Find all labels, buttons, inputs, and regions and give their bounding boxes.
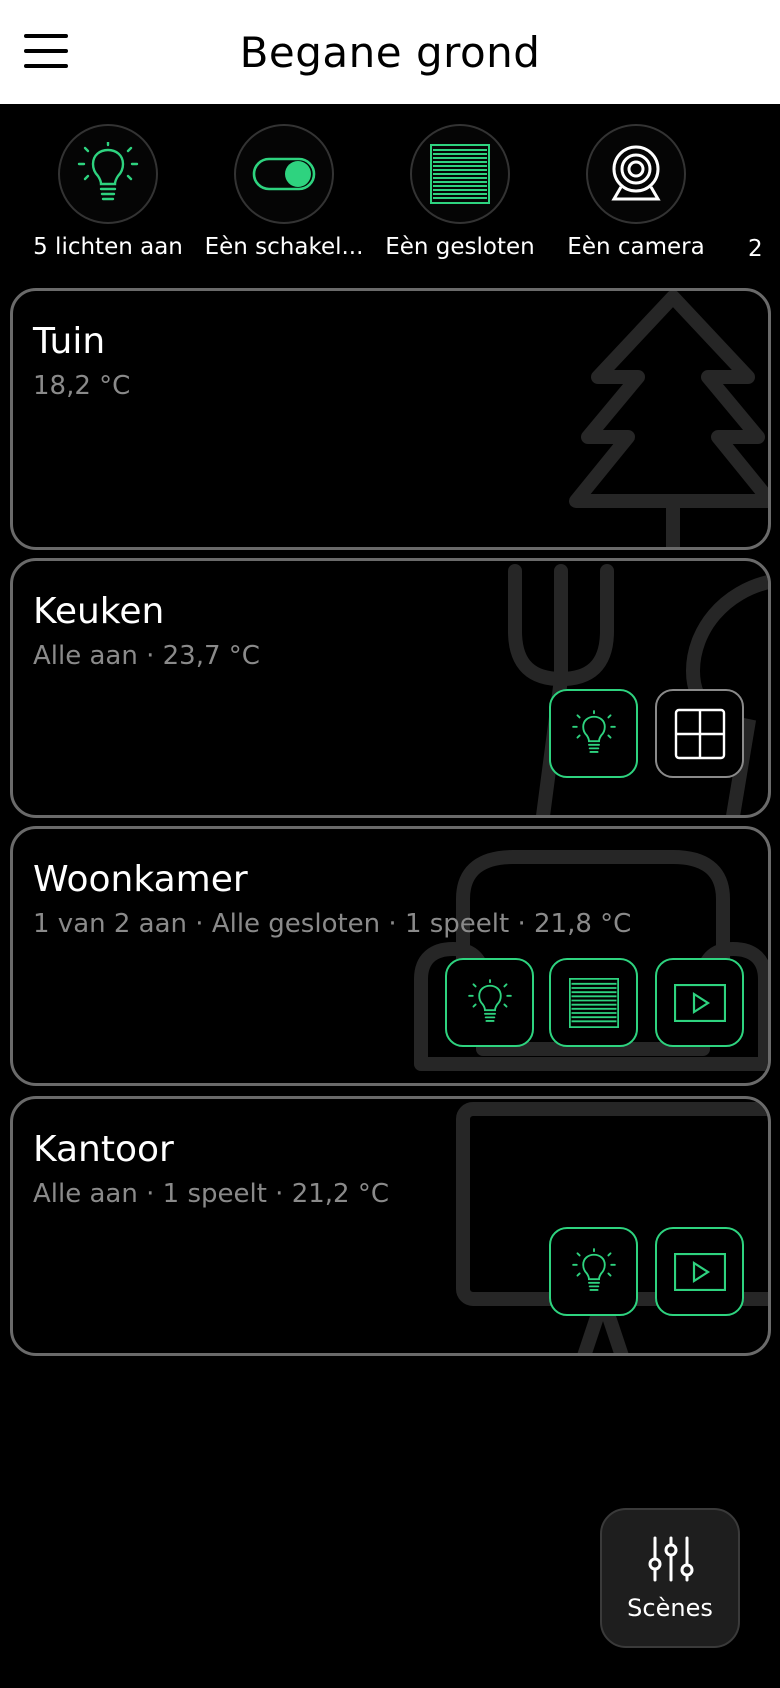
bulb-icon <box>467 978 512 1022</box>
quick-camera[interactable]: Eèn camera <box>546 124 726 260</box>
scenes-button[interactable]: Scènes <box>600 1508 740 1648</box>
quick-lights[interactable]: 5 lichten aan <box>18 124 198 260</box>
shutter-icon <box>430 144 490 204</box>
sliders-icon <box>648 1536 694 1582</box>
area-card-keuken[interactable]: Keuken Alle aan · 23,7 °C <box>10 558 771 818</box>
quick-more-label: 2 <box>748 236 763 262</box>
bulb-icon <box>571 1247 616 1291</box>
device-light-button[interactable] <box>549 1227 638 1316</box>
quick-camera-label: Eèn camera <box>567 234 705 260</box>
area-status: Alle aan · 23,7 °C <box>33 641 260 671</box>
area-status: 1 van 2 aan · Alle gesloten · 1 speelt ·… <box>33 909 632 939</box>
page-title: Begane grond <box>239 28 541 77</box>
shutter-icon <box>568 977 619 1028</box>
quick-covers-label: Eèn gesloten <box>385 234 535 260</box>
bulb-icon <box>571 709 616 753</box>
tree-icon <box>569 291 768 547</box>
play-icon <box>673 1252 726 1291</box>
area-name: Kantoor <box>33 1129 174 1170</box>
area-status: Alle aan · 1 speelt · 21,2 °C <box>33 1179 390 1209</box>
area-name: Tuin <box>33 321 106 362</box>
device-light-button[interactable] <box>549 689 638 778</box>
quick-switches-label: Eèn schakel... <box>204 234 364 260</box>
quick-switches[interactable]: Eèn schakel... <box>194 124 374 260</box>
quick-actions-row: 5 lichten aan Eèn schakel... Eèn geslote… <box>0 120 780 270</box>
area-name: Woonkamer <box>33 859 248 900</box>
quick-lights-label: 5 lichten aan <box>33 234 183 260</box>
area-card-woonkamer[interactable]: Woonkamer 1 van 2 aan · Alle gesloten · … <box>10 826 771 1086</box>
area-card-tuin[interactable]: Tuin 18,2 °C <box>10 288 771 550</box>
quick-more[interactable]: 2 <box>722 124 780 262</box>
area-card-kantoor[interactable]: Kantoor Alle aan · 1 speelt · 21,2 °C <box>10 1096 771 1356</box>
area-status: 18,2 °C <box>33 371 131 401</box>
device-cover-button[interactable] <box>549 958 638 1047</box>
bulb-icon <box>77 142 139 201</box>
device-media-button[interactable] <box>655 958 744 1047</box>
device-light-button[interactable] <box>445 958 534 1047</box>
device-window-button[interactable] <box>655 689 744 778</box>
quick-covers[interactable]: Eèn gesloten <box>370 124 550 260</box>
top-app-bar: Begane grond <box>0 0 780 104</box>
window-icon <box>674 708 725 759</box>
play-icon <box>673 983 726 1022</box>
camera-icon <box>611 145 661 201</box>
area-name: Keuken <box>33 591 165 632</box>
device-media-button[interactable] <box>655 1227 744 1316</box>
toggle-icon <box>252 157 316 191</box>
scenes-button-label: Scènes <box>627 1594 713 1622</box>
